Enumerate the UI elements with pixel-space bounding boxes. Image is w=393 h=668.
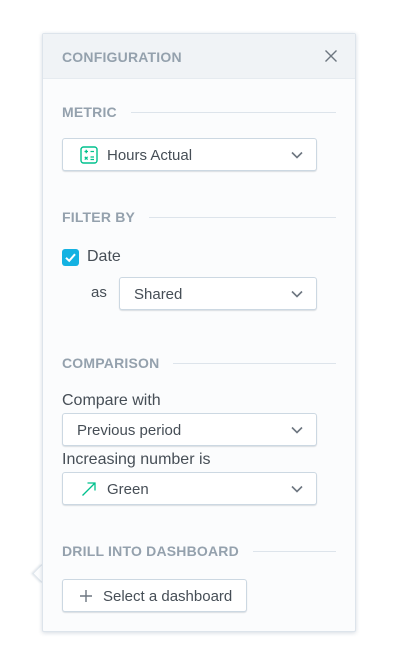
chevron-down-icon bbox=[291, 426, 303, 434]
metric-dropdown-value: Hours Actual bbox=[107, 147, 193, 164]
metric-dropdown[interactable]: Hours Actual bbox=[62, 138, 317, 171]
filter-section-title: FILTER BY bbox=[62, 209, 150, 225]
date-checkbox-label: Date bbox=[87, 248, 121, 265]
checkmark-icon bbox=[65, 253, 76, 263]
panel-header: CONFIGURATION bbox=[43, 34, 355, 79]
compare-with-label: Compare with bbox=[62, 392, 161, 409]
comparison-section-title: COMPARISON bbox=[62, 355, 174, 371]
compare-with-value: Previous period bbox=[77, 422, 182, 439]
date-dataset-value: Shared bbox=[134, 286, 183, 303]
select-dashboard-button[interactable]: Select a dashboard bbox=[62, 579, 247, 612]
panel-title: CONFIGURATION bbox=[62, 49, 182, 65]
configuration-panel: CONFIGURATION METRIC Hours Actual FILTER… bbox=[42, 33, 356, 632]
chevron-down-icon bbox=[291, 290, 303, 298]
increasing-number-dropdown[interactable]: Green bbox=[62, 472, 317, 505]
select-dashboard-label: Select a dashboard bbox=[103, 588, 233, 605]
metric-section-title: METRIC bbox=[62, 104, 131, 120]
date-dataset-dropdown[interactable]: Shared bbox=[119, 277, 317, 310]
chevron-down-icon bbox=[291, 485, 303, 493]
chevron-down-icon bbox=[291, 151, 303, 159]
drill-section-title: DRILL INTO DASHBOARD bbox=[62, 543, 253, 559]
increasing-number-label: Increasing number is bbox=[62, 451, 211, 468]
close-icon[interactable] bbox=[324, 49, 338, 63]
date-checkbox[interactable] bbox=[62, 249, 79, 266]
plus-icon bbox=[80, 590, 92, 602]
arrow-up-right-icon bbox=[82, 482, 96, 496]
as-label: as bbox=[91, 284, 107, 301]
compare-with-dropdown[interactable]: Previous period bbox=[62, 413, 317, 446]
calculator-metric-icon bbox=[80, 146, 98, 164]
increasing-number-value: Green bbox=[107, 481, 149, 498]
